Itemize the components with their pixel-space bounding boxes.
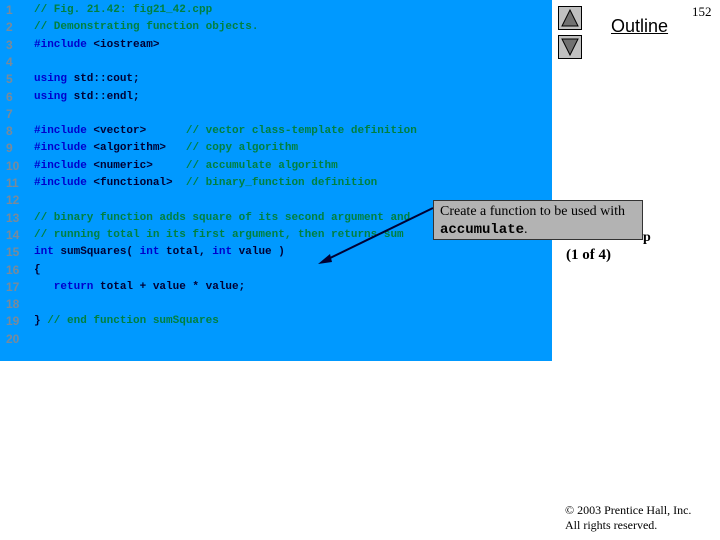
code-text: sumSquares( — [60, 246, 140, 259]
code-source: #include <algorithm> // copy algorithm — [34, 140, 298, 157]
code-text: { — [34, 263, 41, 276]
line-number: 10 — [6, 158, 20, 173]
code-keyword: #include — [34, 177, 94, 189]
code-source: #include <iostream> — [34, 37, 159, 54]
code-text: <algorithm> — [93, 142, 186, 155]
code-text: } — [34, 315, 48, 328]
code-panel: 1 // Fig. 21.42: fig21_42.cpp 2 // Demonstr… — [0, 0, 552, 361]
line-number: 8 — [6, 124, 13, 139]
line-number: 20 — [6, 331, 20, 346]
code-text: total, — [166, 246, 213, 259]
callout-period: . — [524, 222, 528, 237]
code-keyword: int — [34, 246, 61, 259]
callout-box: Create a function to be used with accumu… — [433, 200, 643, 240]
line-number: 3 — [6, 37, 13, 52]
line-number: 17 — [6, 279, 20, 294]
code-keyword: #include — [34, 125, 94, 138]
code-keyword: #include — [34, 142, 94, 155]
code-comment: // Fig. 21.42: fig21_42.cpp — [34, 4, 213, 16]
line-number: 6 — [6, 89, 13, 104]
callout-code: accumulate — [440, 222, 525, 238]
copyright: © 2003 Prentice Hall, Inc. All rights re… — [565, 503, 691, 533]
line-number: 13 — [6, 210, 20, 225]
copyright-line2: All rights reserved. — [565, 518, 658, 532]
code-text: std::endl; — [73, 90, 140, 103]
code-keyword: #include — [34, 38, 94, 51]
line-number: 12 — [6, 193, 20, 208]
line-number: 19 — [6, 314, 20, 329]
code-source: int sumSquares( int total, int value ) — [34, 244, 285, 261]
triangle-down-icon — [561, 38, 579, 56]
side-filename: p — [643, 230, 651, 245]
previous-slide-button[interactable] — [558, 6, 582, 30]
code-comment: // Demonstrating function objects. — [34, 21, 259, 34]
code-source: #include <numeric> // accumulate algorit… — [34, 158, 338, 175]
code-text: std::cout; — [73, 73, 140, 86]
code-source: // Fig. 21.42: fig21_42.cpp — [34, 2, 212, 19]
code-keyword: using — [34, 73, 74, 86]
code-source: // binary function adds square of its se… — [34, 210, 410, 227]
code-comment: // end function sumSquares — [47, 315, 219, 328]
triangle-up-icon — [561, 9, 579, 27]
code-comment: // binary function adds square of its se… — [34, 211, 411, 224]
code-source: #include <functional> // binary_function… — [34, 175, 377, 192]
code-text: value ) — [238, 246, 285, 259]
code-keyword: return — [34, 280, 101, 293]
next-slide-button[interactable] — [558, 35, 582, 59]
code-source: using std::cout; — [34, 71, 140, 88]
code-source: } // end function sumSquares — [34, 313, 219, 330]
line-number: 4 — [6, 54, 13, 69]
line-number: 14 — [6, 227, 20, 242]
code-text: total + value * value; — [100, 280, 246, 293]
page-number: 152 — [692, 4, 712, 19]
code-source: #include <vector> // vector class-templa… — [34, 123, 417, 140]
line-number: 18 — [6, 297, 20, 312]
line-number: 1 — [6, 3, 13, 17]
code-source: return total + value * value; — [34, 279, 245, 296]
code-keyword: int — [212, 246, 239, 259]
callout-text: Create a function to be used with — [440, 204, 626, 219]
line-number: 16 — [6, 262, 20, 277]
code-comment: // binary_function definition — [185, 177, 378, 189]
line-number: 2 — [6, 20, 13, 35]
code-keyword: using — [34, 90, 74, 103]
code-text: <vector> — [93, 125, 186, 138]
code-source: using std::endl; — [34, 89, 140, 106]
line-number: 11 — [6, 176, 19, 190]
line-number: 15 — [6, 245, 20, 260]
code-source: // Demonstrating function objects. — [34, 19, 258, 36]
line-number: 5 — [6, 72, 13, 87]
code-keyword: int — [139, 246, 167, 259]
line-number: 7 — [6, 106, 13, 121]
code-source: { — [34, 262, 41, 279]
side-part-indicator: (1 of 4) — [566, 247, 611, 263]
code-comment: // running total in its first argument, … — [34, 228, 404, 241]
code-text: <numeric> — [93, 159, 186, 172]
line-number: 9 — [6, 141, 13, 156]
code-source: // running total in its first argument, … — [34, 227, 404, 244]
code-keyword: #include — [34, 159, 94, 172]
code-text: <functional> — [93, 177, 186, 189]
code-comment: // accumulate algorithm — [185, 159, 338, 172]
code-comment: // copy algorithm — [185, 142, 299, 155]
outline-link[interactable]: Outline — [611, 16, 668, 37]
code-comment: // vector class-template definition — [185, 125, 417, 138]
code-text: <iostream> — [93, 38, 160, 51]
copyright-line1: © 2003 Prentice Hall, Inc. — [565, 503, 692, 517]
